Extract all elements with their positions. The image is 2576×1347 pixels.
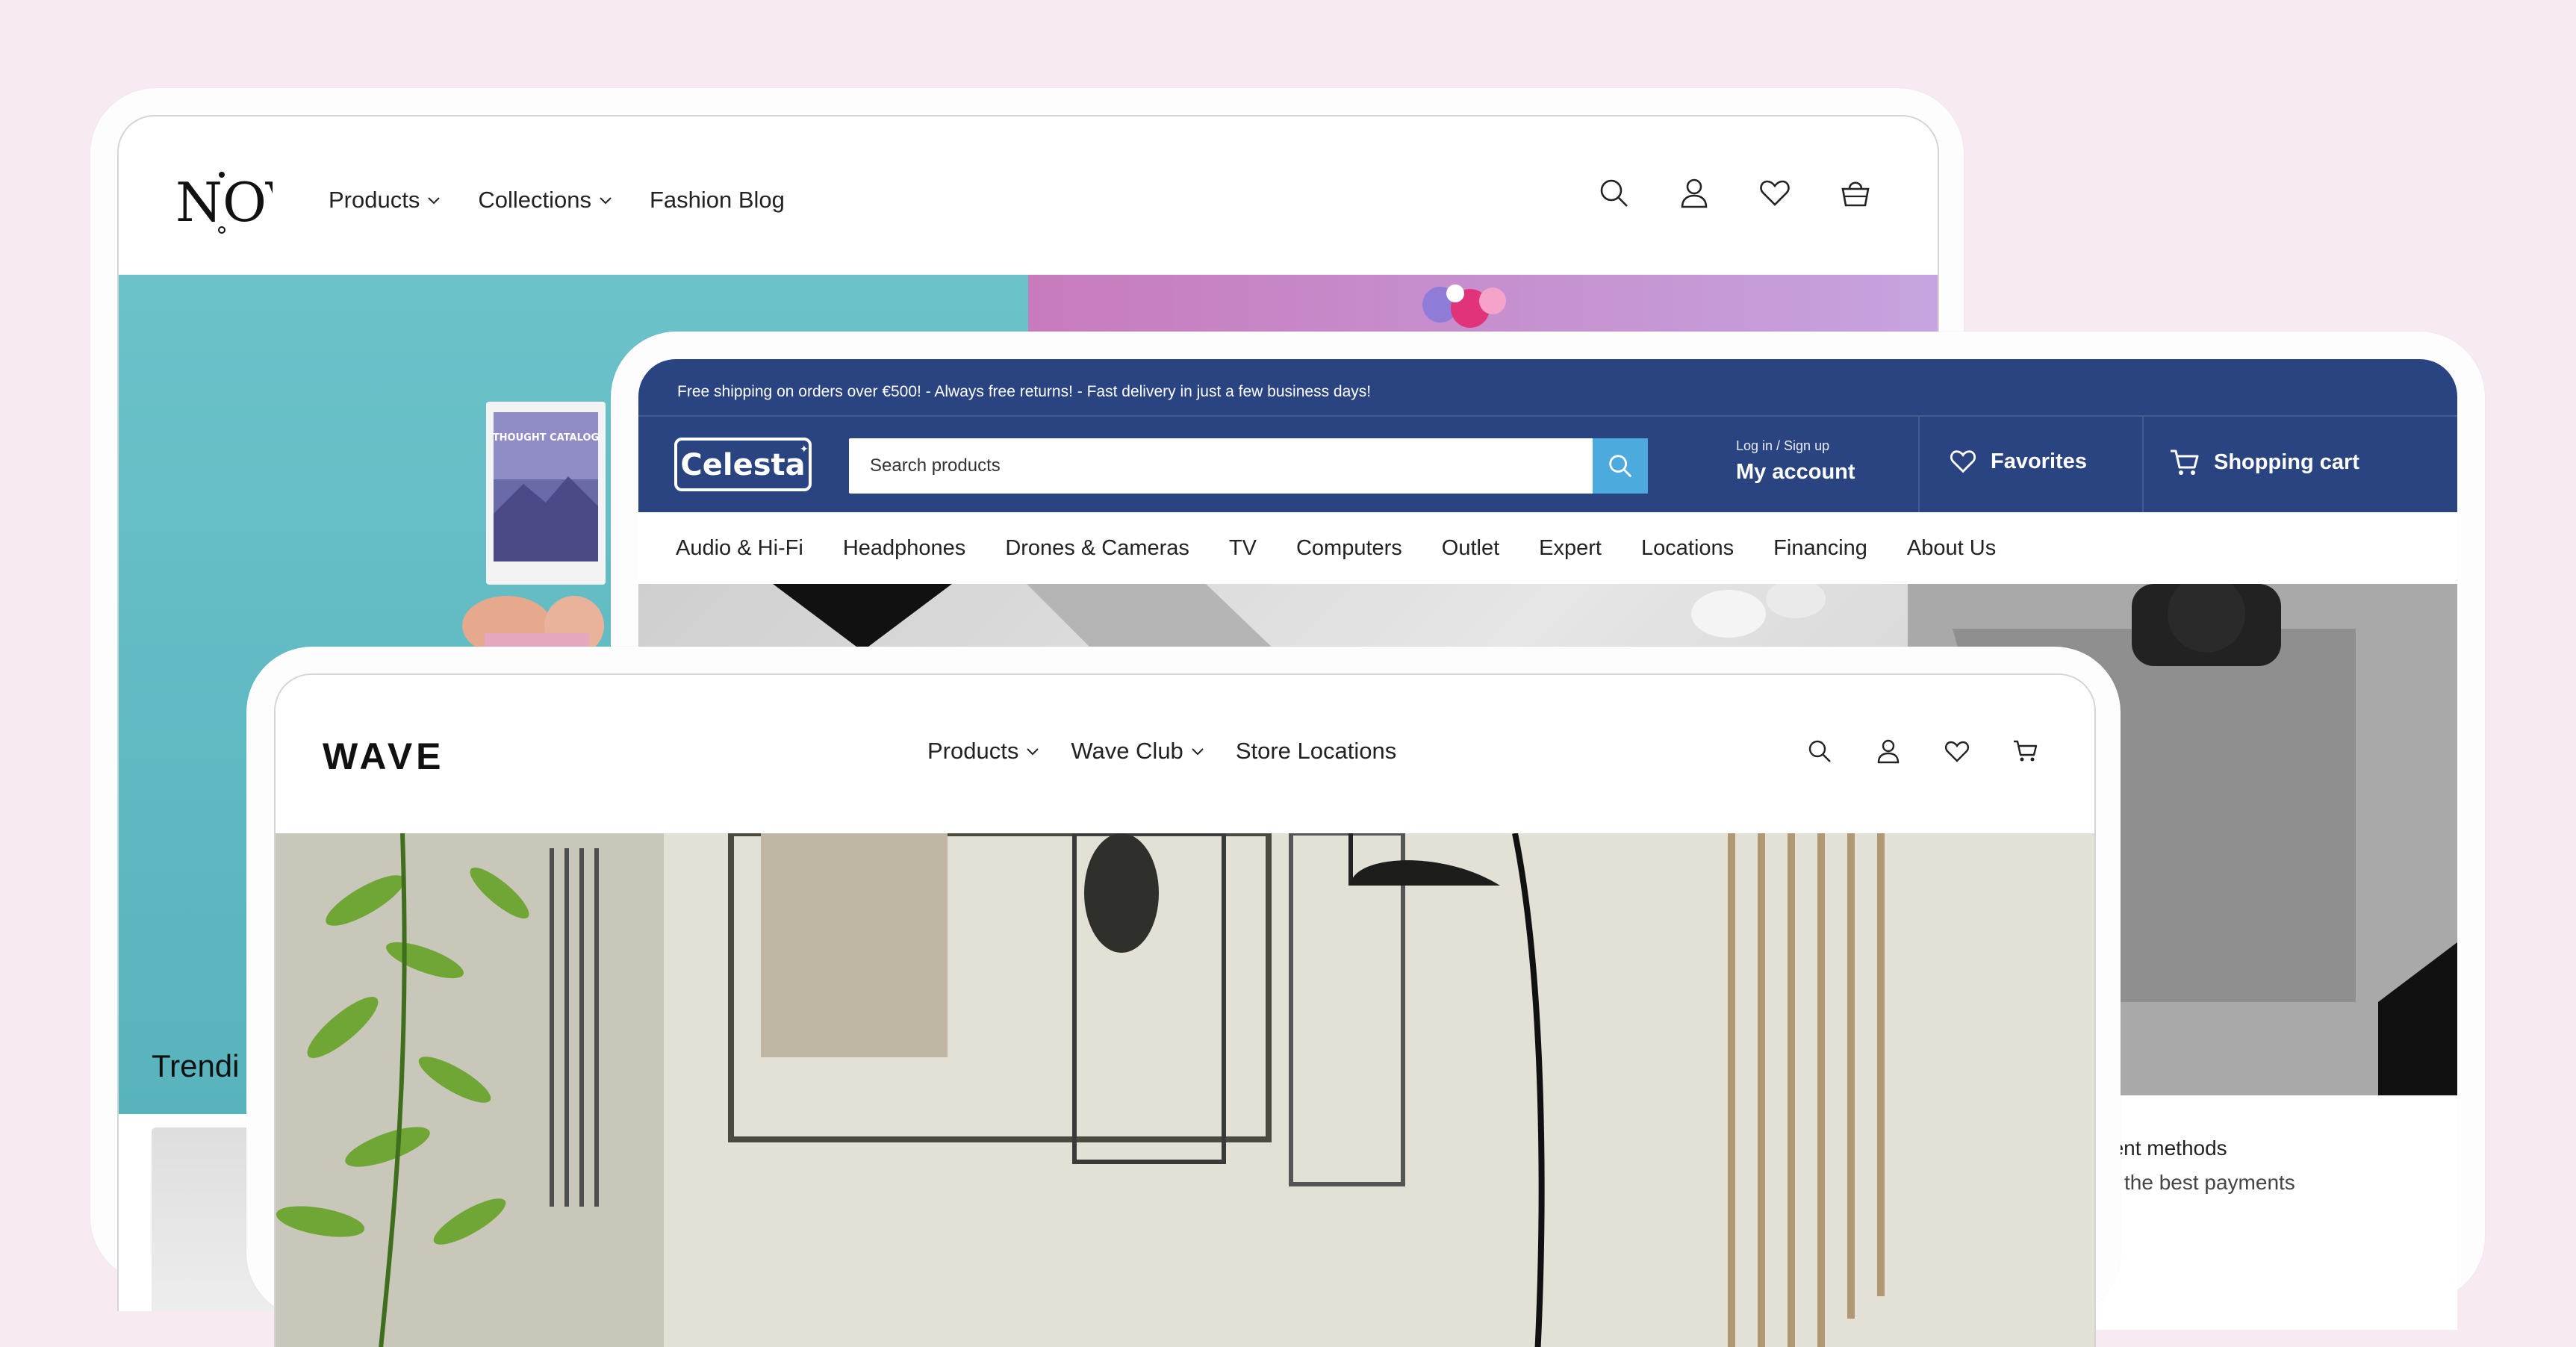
magazine-title: THOUGHT CATALOG (493, 432, 599, 444)
category-nav: Audio & Hi-Fi Headphones Drones & Camera… (638, 512, 2457, 584)
celesta-logo-text: Celesta (680, 448, 805, 482)
search-input[interactable] (849, 438, 1596, 494)
cart-icon (2171, 449, 2199, 475)
category-locations[interactable]: Locations (1641, 536, 1734, 561)
favorites-link[interactable]: Favorites (1949, 447, 2087, 476)
my-account-label: My account (1736, 460, 1855, 484)
heart-icon[interactable] (1944, 738, 1970, 765)
nova-nav-fashion-blog[interactable]: Fashion Blog (650, 187, 785, 214)
svg-text:✦: ✦ (800, 444, 809, 455)
flowers-image (1422, 284, 1506, 328)
cart-icon[interactable] (2012, 738, 2039, 765)
search-button[interactable] (1593, 438, 1648, 494)
wave-header: WAVE Products Wave Club Store Locations (276, 675, 2094, 833)
hands-image (462, 596, 604, 648)
chevron-down-icon (1192, 748, 1204, 756)
favorites-label: Favorites (1991, 449, 2087, 473)
header-separator (1918, 417, 1920, 512)
nova-logo-text: NOVA (175, 171, 273, 234)
celesta-header: Free shipping on orders over €500! - Alw… (638, 359, 2457, 512)
user-icon[interactable] (1875, 738, 1902, 765)
category-financing[interactable]: Financing (1773, 536, 1867, 561)
nova-header: NOVA Products Collections Fashion Blog (119, 116, 1938, 275)
nova-nav-fashion-blog-label: Fashion Blog (649, 187, 785, 213)
search-icon (1609, 455, 1632, 478)
wave-nav-store-locations-label: Store Locations (1235, 738, 1397, 764)
heart-icon[interactable] (1758, 176, 1791, 209)
nova-nav-collections[interactable]: Collections (478, 187, 612, 214)
category-outlet[interactable]: Outlet (1442, 536, 1499, 561)
nova-nav-collections-label: Collections (478, 187, 591, 213)
basket-icon[interactable] (1839, 176, 1872, 209)
chevron-down-icon (1027, 748, 1039, 756)
wave-nav-products-label: Products (927, 738, 1019, 764)
payment-methods-text: the best payments (2124, 1171, 2295, 1194)
nova-logo[interactable]: NOVA (175, 167, 273, 234)
header-divider (638, 415, 2457, 417)
wave-nav-products[interactable]: Products (927, 738, 1039, 765)
user-icon[interactable] (1678, 176, 1711, 209)
category-tv[interactable]: TV (1229, 536, 1257, 561)
interior-image (276, 833, 2094, 1347)
login-signup-label: Log in / Sign up (1736, 438, 1830, 453)
celesta-logo[interactable]: Celesta ✦ (674, 438, 812, 491)
shipping-banner: Free shipping on orders over €500! - Alw… (677, 383, 1372, 400)
category-about-us[interactable]: About Us (1907, 536, 1996, 561)
category-headphones[interactable]: Headphones (843, 536, 965, 561)
trending-heading: Trendi (152, 1048, 240, 1083)
nova-nav-products-label: Products (329, 187, 420, 213)
wave-nav-wave-club[interactable]: Wave Club (1071, 738, 1204, 765)
category-drones-cameras[interactable]: Drones & Cameras (1005, 536, 1189, 561)
nova-header-icons (1597, 176, 1872, 209)
wave-nav-wave-club-label: Wave Club (1071, 738, 1183, 764)
nova-main-nav: Products Collections Fashion Blog (329, 187, 785, 214)
nova-nav-products[interactable]: Products (329, 187, 441, 214)
wave-main-nav: Products Wave Club Store Locations (927, 738, 1396, 765)
wave-header-icons (1806, 738, 2039, 765)
search-bar (849, 438, 1648, 494)
category-audio-hifi[interactable]: Audio & Hi-Fi (676, 536, 803, 561)
category-computers[interactable]: Computers (1296, 536, 1402, 561)
wave-hero-image (276, 833, 2094, 1347)
wave-logo[interactable]: WAVE (323, 735, 445, 778)
header-separator (2142, 417, 2144, 512)
account-link[interactable]: Log in / Sign up My account (1736, 438, 1855, 485)
wave-nav-store-locations[interactable]: Store Locations (1236, 738, 1396, 765)
chevron-down-icon (428, 197, 441, 205)
category-expert[interactable]: Expert (1539, 536, 1602, 561)
chevron-down-icon (600, 197, 612, 205)
heart-icon (1950, 450, 1976, 473)
shopping-cart-link[interactable]: Shopping cart (2169, 447, 2359, 477)
wave-storefront: WAVE Products Wave Club Store Locations (274, 674, 2096, 1347)
search-icon[interactable] (1806, 738, 1833, 765)
search-icon[interactable] (1597, 176, 1630, 209)
shopping-cart-label: Shopping cart (2214, 449, 2359, 474)
